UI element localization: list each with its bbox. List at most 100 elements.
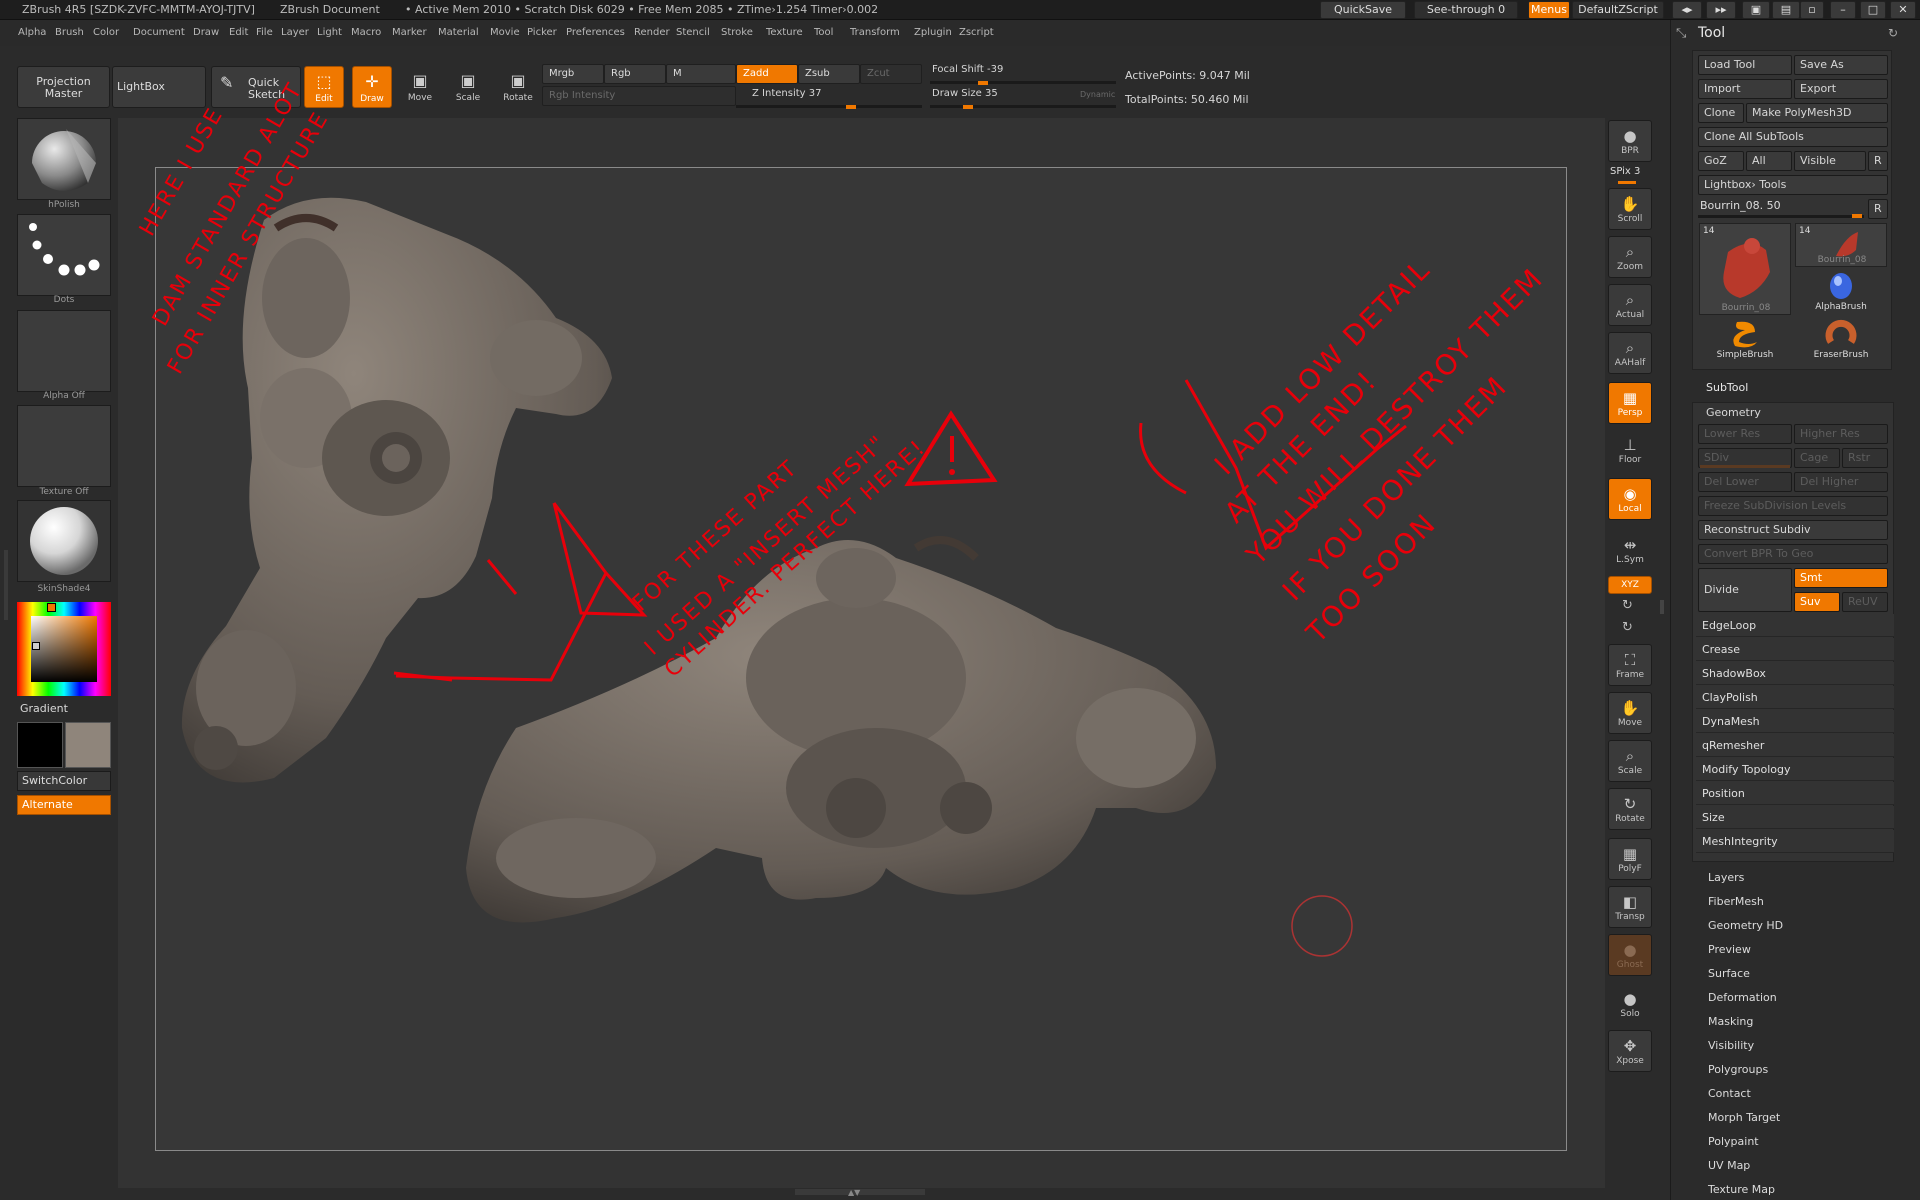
current-tool-slider[interactable]: Bourrin_08. 50 xyxy=(1700,199,1781,212)
geometry-position[interactable]: Position xyxy=(1696,782,1894,805)
lsym-button[interactable]: ⇹ L.Sym xyxy=(1608,530,1652,572)
canvas-scale-button[interactable]: ⌕ Scale xyxy=(1608,740,1652,782)
geometry-qremesher[interactable]: qRemesher xyxy=(1696,734,1894,757)
lightbox-tools-button[interactable]: Lightbox› Tools xyxy=(1698,175,1888,195)
draw-size-slider[interactable]: Draw Size 35 xyxy=(932,88,998,99)
brush-thumbnail[interactable] xyxy=(17,118,111,200)
menu-light[interactable]: Light xyxy=(317,27,342,38)
lightbox-button[interactable]: LightBox xyxy=(112,66,206,108)
make-polymesh-button[interactable]: Make PolyMesh3D xyxy=(1746,103,1888,123)
palette-scroll-right-icon[interactable]: ▸▸ xyxy=(1706,1,1736,19)
rgb-button[interactable]: Rgb xyxy=(604,64,666,84)
reuv-button[interactable]: ReUV xyxy=(1842,592,1888,612)
menu-tool[interactable]: Tool xyxy=(814,27,833,38)
geometry-dynamesh[interactable]: DynaMesh xyxy=(1696,710,1894,733)
menus-button[interactable]: Menus xyxy=(1528,1,1570,19)
local-button[interactable]: ◉ Local xyxy=(1608,478,1652,520)
see-through-slider[interactable]: See-through 0 xyxy=(1414,1,1518,19)
right-tray-handle[interactable] xyxy=(1660,600,1664,614)
draw-size-track[interactable] xyxy=(930,105,1116,108)
geometry-meshintegrity[interactable]: MeshIntegrity xyxy=(1696,830,1894,853)
move-button[interactable]: ▣ Move xyxy=(400,66,440,108)
scroll-button[interactable]: ✋ Scroll xyxy=(1608,188,1652,230)
del-lower-button[interactable]: Del Lower xyxy=(1698,472,1792,492)
bpr-button[interactable]: ● BPR xyxy=(1608,120,1652,162)
goz-button[interactable]: GoZ xyxy=(1698,151,1744,171)
section-contact[interactable]: Contact xyxy=(1708,1087,1751,1100)
spix-value[interactable]: SPix 3 xyxy=(1610,166,1640,177)
hue-marker[interactable] xyxy=(47,603,56,612)
floor-button[interactable]: ⊥ Floor xyxy=(1608,430,1652,472)
geometry-crease[interactable]: Crease xyxy=(1696,638,1894,661)
left-tray-handle[interactable] xyxy=(4,550,8,620)
save-as-button[interactable]: Save As xyxy=(1794,55,1888,75)
menu-edit[interactable]: Edit xyxy=(229,27,248,38)
rotate-z-icon[interactable]: ↻ xyxy=(1622,620,1633,635)
menu-draw[interactable]: Draw xyxy=(193,27,219,38)
geometry-shadowbox[interactable]: ShadowBox xyxy=(1696,662,1894,685)
section-visibility[interactable]: Visibility xyxy=(1708,1039,1754,1052)
quicksave-button[interactable]: QuickSave xyxy=(1320,1,1406,19)
color-marker[interactable] xyxy=(32,642,40,650)
section-uv-map[interactable]: UV Map xyxy=(1708,1159,1750,1172)
zsub-button[interactable]: Zsub xyxy=(798,64,860,84)
section-morph-target[interactable]: Morph Target xyxy=(1708,1111,1780,1124)
rgb-intensity-slider[interactable]: Rgb Intensity xyxy=(542,86,736,106)
menu-render[interactable]: Render xyxy=(634,27,670,38)
focal-shift-track[interactable] xyxy=(930,81,1116,84)
persp-button[interactable]: ▦ Persp xyxy=(1608,382,1652,424)
menu-transform[interactable]: Transform xyxy=(850,27,900,38)
focal-shift-knob[interactable] xyxy=(978,81,988,85)
z-intensity-knob[interactable] xyxy=(846,105,856,109)
stroke-thumbnail[interactable] xyxy=(17,214,111,296)
sculpt-model-upper[interactable] xyxy=(181,197,612,783)
menu-stroke[interactable]: Stroke xyxy=(721,27,753,38)
rotate-button[interactable]: ▣ Rotate xyxy=(498,66,538,108)
goz-visible-button[interactable]: Visible xyxy=(1794,151,1866,171)
zcut-button[interactable]: Zcut xyxy=(860,64,922,84)
layout-alt-icon[interactable]: ▤ xyxy=(1772,1,1800,19)
color-picker[interactable] xyxy=(17,602,111,696)
suv-toggle[interactable]: Suv xyxy=(1794,592,1840,612)
edit-button[interactable]: ⬚ Edit xyxy=(304,66,344,108)
menu-material[interactable]: Material xyxy=(438,27,479,38)
reconstruct-subdiv-button[interactable]: Reconstruct Subdiv xyxy=(1698,520,1888,540)
export-button[interactable]: Export xyxy=(1794,79,1888,99)
default-zscript-button[interactable]: DefaultZScript xyxy=(1572,1,1664,19)
divide-button[interactable]: Divide xyxy=(1698,568,1792,612)
geometry-edgeloop[interactable]: EdgeLoop xyxy=(1696,614,1894,637)
geometry-section[interactable]: Geometry xyxy=(1706,406,1761,419)
section-layers[interactable]: Layers xyxy=(1708,871,1744,884)
close-icon[interactable]: ✕ xyxy=(1890,1,1916,19)
menu-color[interactable]: Color xyxy=(93,27,119,38)
frame-button[interactable]: ⛶ Frame xyxy=(1608,644,1652,686)
tool-palette-pin-icon[interactable]: ⤡ xyxy=(1676,26,1686,41)
mrgb-button[interactable]: Mrgb xyxy=(542,64,604,84)
z-intensity-track[interactable] xyxy=(736,105,922,108)
lower-res-button[interactable]: Lower Res xyxy=(1698,424,1792,444)
smt-toggle[interactable]: Smt xyxy=(1794,568,1888,588)
canvas-move-button[interactable]: ✋ Move xyxy=(1608,692,1652,734)
scale-button[interactable]: ▣ Scale xyxy=(448,66,488,108)
menu-movie[interactable]: Movie xyxy=(490,27,520,38)
palette-scroll-icon[interactable]: ◂▸ xyxy=(1672,1,1702,19)
goz-all-button[interactable]: All xyxy=(1746,151,1792,171)
menu-file[interactable]: File xyxy=(256,27,273,38)
polyf-button[interactable]: ▦ PolyF xyxy=(1608,838,1652,880)
actual-button[interactable]: ⌕ Actual xyxy=(1608,284,1652,326)
texture-thumbnail[interactable] xyxy=(17,405,111,487)
ghost-button[interactable]: ● Ghost xyxy=(1608,934,1652,976)
m-button[interactable]: M xyxy=(666,64,736,84)
section-polygroups[interactable]: Polygroups xyxy=(1708,1063,1768,1076)
goz-r-button[interactable]: R xyxy=(1868,151,1888,171)
focal-shift-slider[interactable]: Focal Shift -39 xyxy=(932,64,1003,75)
menu-zplugin[interactable]: Zplugin xyxy=(914,27,952,38)
menu-zscript[interactable]: Zscript xyxy=(959,27,994,38)
geometry-modify-topology[interactable]: Modify Topology xyxy=(1696,758,1894,781)
zadd-button[interactable]: Zadd xyxy=(736,64,798,84)
menu-layer[interactable]: Layer xyxy=(281,27,309,38)
del-higher-button[interactable]: Del Higher xyxy=(1794,472,1888,492)
cage-button[interactable]: Cage xyxy=(1794,448,1840,468)
geometry-claypolish[interactable]: ClayPolish xyxy=(1696,686,1894,709)
canvas-scroll-arrows-icon[interactable]: ▲▼ xyxy=(848,1188,860,1197)
